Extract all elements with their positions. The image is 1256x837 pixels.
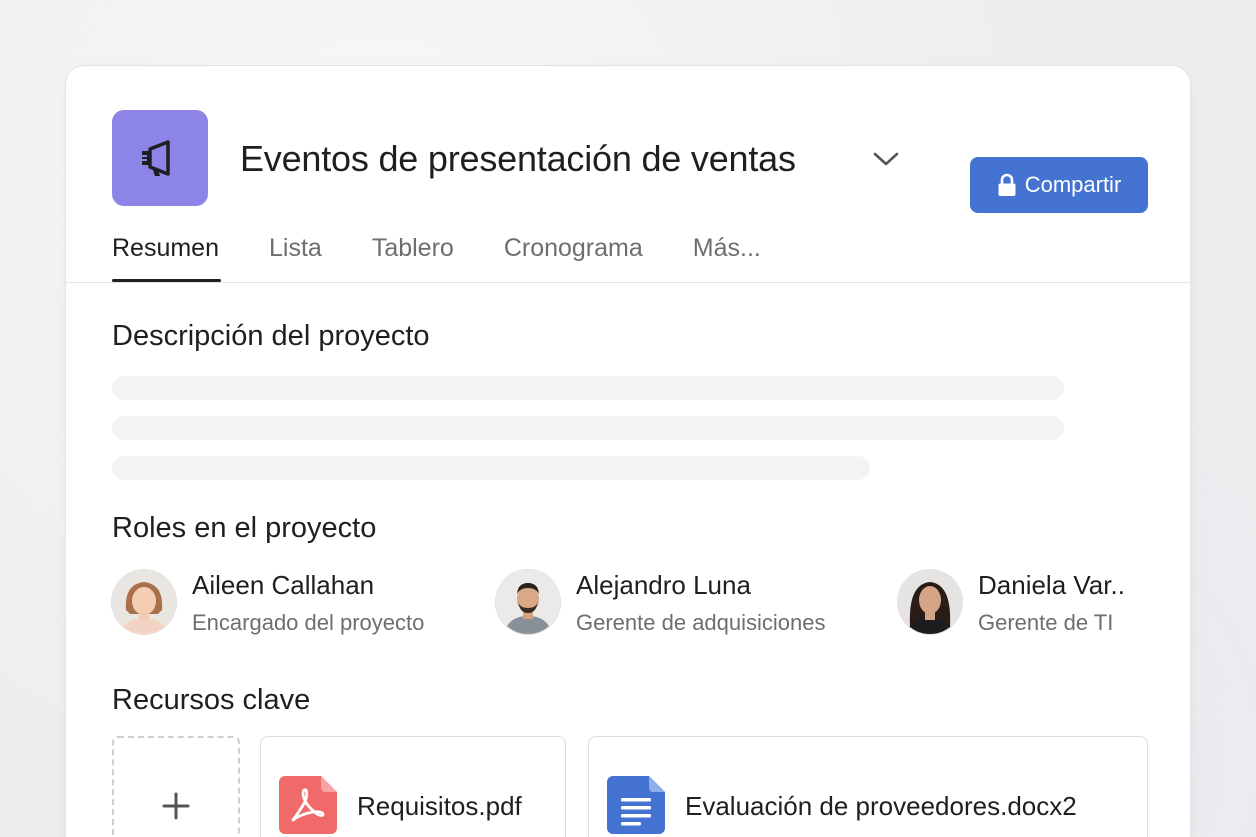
description-placeholder-line bbox=[112, 416, 1064, 440]
tab-label: Tablero bbox=[371, 234, 454, 262]
tab-lista[interactable]: Lista bbox=[269, 230, 322, 282]
avatar bbox=[898, 570, 962, 634]
member-role: Gerente de TI bbox=[978, 610, 1114, 635]
description-placeholder-line bbox=[112, 456, 870, 480]
resources-heading: Recursos clave bbox=[112, 684, 311, 716]
role-member[interactable]: Aileen Callahan Encargado del proyecto bbox=[112, 570, 424, 638]
header-divider bbox=[66, 282, 1190, 283]
add-resource-button[interactable] bbox=[112, 736, 240, 837]
description-heading: Descripción del proyecto bbox=[112, 320, 430, 352]
member-name: Alejandro Luna bbox=[576, 570, 751, 600]
tab-label: Cronograma bbox=[503, 234, 643, 262]
chevron-down-icon[interactable] bbox=[872, 150, 900, 168]
lock-icon bbox=[998, 173, 1016, 196]
tab-resumen[interactable]: Resumen bbox=[112, 230, 221, 282]
roles-heading: Roles en el proyecto bbox=[112, 512, 377, 544]
resource-file[interactable]: Requisitos.pdf bbox=[260, 736, 566, 837]
member-role: Encargado del proyecto bbox=[192, 610, 425, 635]
file-name: Evaluación de proveedores.docx2 bbox=[685, 790, 1077, 821]
megaphone-icon bbox=[142, 140, 170, 176]
avatar bbox=[112, 570, 176, 634]
tab-tablero[interactable]: Tablero bbox=[372, 230, 454, 282]
project-card: Eventos de presentación de ventas Compar… bbox=[66, 66, 1190, 837]
share-button-label: Compartir bbox=[1024, 172, 1122, 197]
resource-file[interactable]: Evaluación de proveedores.docx2 bbox=[588, 736, 1148, 837]
member-name: Daniela Var.. bbox=[978, 570, 1125, 600]
project-title: Eventos de presentación de ventas bbox=[240, 138, 796, 179]
tab-cronograma[interactable]: Cronograma bbox=[504, 230, 643, 282]
role-member[interactable]: Daniela Var.. Gerente de TI bbox=[898, 570, 1125, 638]
member-name: Aileen Callahan bbox=[192, 570, 375, 600]
plus-icon bbox=[162, 792, 190, 820]
tab-bar: Resumen Lista Tablero Cronograma Más... bbox=[112, 230, 811, 282]
tab-label: Lista bbox=[269, 234, 322, 262]
role-member[interactable]: Alejandro Luna Gerente de adquisiciones bbox=[496, 570, 826, 638]
member-role: Gerente de adquisiciones bbox=[576, 610, 826, 635]
description-placeholder-line bbox=[112, 376, 1064, 400]
avatar bbox=[496, 570, 560, 634]
file-name: Requisitos.pdf bbox=[357, 790, 522, 821]
tab-label: Resumen bbox=[112, 234, 219, 262]
tab-mas[interactable]: Más... bbox=[693, 230, 761, 282]
pdf-icon bbox=[279, 776, 337, 834]
project-icon-tile[interactable] bbox=[112, 110, 208, 206]
document-icon bbox=[607, 776, 665, 834]
share-button[interactable]: Compartir bbox=[970, 157, 1148, 213]
tab-label: Más... bbox=[692, 234, 761, 262]
role-member-text: Aileen Callahan Encargado del proyecto bbox=[192, 570, 424, 638]
role-member-text: Daniela Var.. Gerente de TI bbox=[978, 570, 1125, 638]
role-member-text: Alejandro Luna Gerente de adquisiciones bbox=[576, 570, 826, 638]
